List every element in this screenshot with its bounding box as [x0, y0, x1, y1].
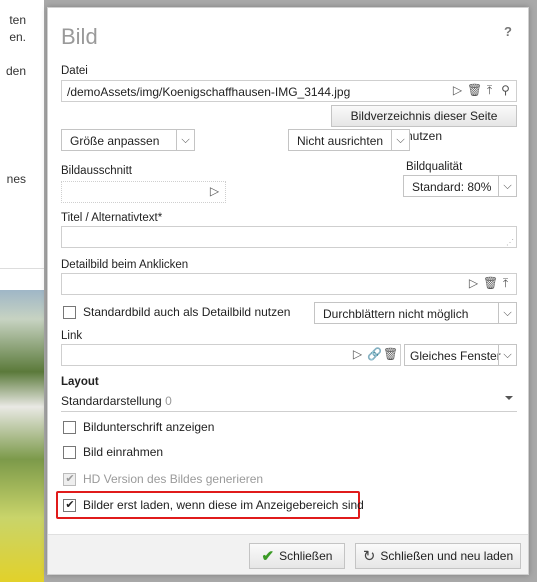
- trash-icon[interactable]: 🗑: [383, 347, 398, 361]
- standard-image-checkbox-row[interactable]: Standardbild auch als Detailbild nutzen: [63, 305, 290, 319]
- frame-checkbox-row[interactable]: Bild einrahmen: [63, 445, 163, 459]
- select-arrow-icon[interactable]: ▷: [451, 83, 464, 97]
- chevron-down-icon: ⌵: [498, 303, 516, 323]
- link-input[interactable]: ▷ 🔗 🗑: [61, 344, 401, 366]
- alignment-select-value: Nicht ausrichten: [297, 134, 384, 148]
- hd-checkbox-row: HD Version des Bildes generieren: [63, 472, 263, 486]
- size-select[interactable]: Größe anpassen ⌵: [61, 129, 195, 151]
- frame-checkbox[interactable]: [63, 445, 76, 459]
- caption-checkbox[interactable]: [63, 420, 76, 434]
- caption-checkbox-row[interactable]: Bildunterschrift anzeigen: [63, 420, 214, 434]
- file-path: /demoAssets/img/Koenigschaffhausen-IMG_3…: [67, 85, 351, 99]
- layout-select[interactable]: Standardarstellung 0: [61, 390, 517, 412]
- caption-checkbox-label: Bildunterschrift anzeigen: [83, 420, 215, 434]
- chevron-down-icon: ⌵: [391, 130, 409, 150]
- select-arrow-icon[interactable]: ▷: [467, 276, 480, 290]
- close-button-label: Schließen: [279, 549, 333, 563]
- hd-checkbox-label: HD Version des Bildes generieren: [83, 472, 264, 486]
- help-icon[interactable]: ?: [504, 24, 512, 39]
- frame-checkbox-label: Bild einrahmen: [83, 445, 164, 459]
- dialog-footer: ✔ Schließen ↻ Schließen und neu laden: [48, 534, 528, 574]
- size-select-value: Größe anpassen: [70, 134, 160, 148]
- search-icon[interactable]: ⚲: [499, 83, 512, 97]
- title-input[interactable]: ⋰: [61, 226, 517, 248]
- link-label: Link: [61, 330, 83, 342]
- background-text: nes: [6, 172, 26, 186]
- file-field[interactable]: /demoAssets/img/Koenigschaffhausen-IMG_3…: [61, 80, 517, 102]
- upload-icon[interactable]: ⤒: [483, 83, 496, 97]
- background-photo: [0, 290, 44, 582]
- select-arrow-icon[interactable]: ▷: [208, 184, 221, 198]
- dialog-title: Bild: [61, 24, 98, 49]
- resize-handle-icon[interactable]: ⋰: [506, 238, 514, 247]
- browse-select[interactable]: Durchblättern nicht möglich ⌵: [314, 302, 517, 324]
- quality-select[interactable]: Standard: 80% ⌵: [403, 175, 517, 197]
- chevron-down-icon: ⌵: [498, 345, 516, 365]
- detail-image-field[interactable]: ▷ 🗑 ⤒: [61, 273, 517, 295]
- background-page: ten en. den nes: [0, 0, 44, 582]
- trash-icon[interactable]: 🗑: [483, 276, 498, 290]
- quality-select-value: Standard: 80%: [412, 180, 492, 194]
- layout-label: Layout: [61, 376, 99, 388]
- image-directory-button[interactable]: Bildverzeichnis dieser Seite nutzen: [331, 105, 517, 143]
- chevron-down-icon: ⌵: [498, 176, 516, 196]
- checkmark-icon: ✔: [261, 548, 275, 565]
- standard-image-checkbox[interactable]: [63, 305, 76, 319]
- lazy-load-checkbox-row[interactable]: Bilder erst laden, wenn diese im Anzeige…: [63, 498, 364, 512]
- crop-label: Bildausschnitt: [61, 165, 132, 177]
- link-icon[interactable]: 🔗: [367, 347, 382, 361]
- link-target-select[interactable]: Gleiches Fenster ⌵: [404, 344, 517, 366]
- background-text: en.: [9, 30, 26, 44]
- lazy-load-checkbox-label: Bilder erst laden, wenn diese im Anzeige…: [83, 498, 364, 512]
- background-text: ten: [9, 13, 26, 27]
- caret-down-icon: [505, 396, 513, 400]
- close-button[interactable]: ✔ Schließen: [249, 543, 345, 569]
- reload-icon: ↻: [362, 548, 376, 565]
- upload-icon[interactable]: ⤒: [499, 276, 512, 290]
- quality-label: Bildqualität: [406, 161, 463, 173]
- browse-select-value: Durchblättern nicht möglich: [323, 307, 469, 321]
- close-reload-button-label: Schließen und neu laden: [380, 549, 514, 563]
- file-label: Datei: [61, 65, 88, 77]
- hd-checkbox: [63, 472, 76, 486]
- alignment-select[interactable]: Nicht ausrichten ⌵: [288, 129, 410, 151]
- title-label: Titel / Alternativtext*: [61, 212, 163, 224]
- trash-icon[interactable]: 🗑: [467, 83, 482, 97]
- divider: [0, 268, 44, 269]
- crop-field[interactable]: ▷: [61, 181, 226, 203]
- chevron-down-icon: ⌵: [176, 130, 194, 150]
- select-arrow-icon[interactable]: ▷: [351, 347, 364, 361]
- standard-image-checkbox-label: Standardbild auch als Detailbild nutzen: [83, 305, 291, 319]
- link-target-value: Gleiches Fenster: [410, 349, 501, 363]
- layout-count: 0: [165, 394, 172, 408]
- layout-value: Standardarstellung: [61, 394, 162, 408]
- lazy-load-checkbox[interactable]: [63, 498, 76, 512]
- image-dialog: Bild ? Datei /demoAssets/img/Koenigschaf…: [47, 7, 529, 575]
- detail-image-label: Detailbild beim Anklicken: [61, 259, 189, 271]
- close-reload-button[interactable]: ↻ Schließen und neu laden: [355, 543, 521, 569]
- background-text: den: [5, 64, 26, 78]
